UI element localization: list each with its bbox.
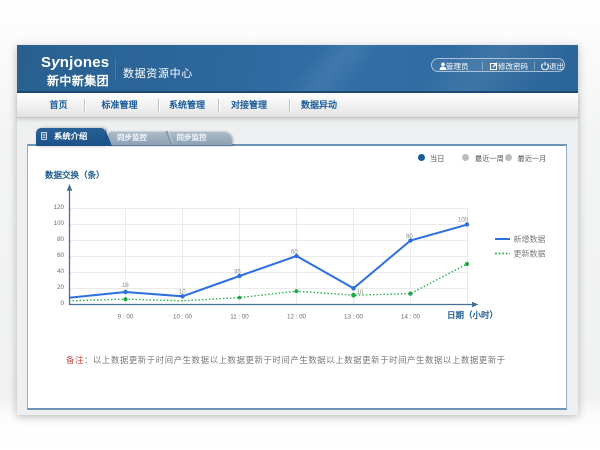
svg-text:新增数据: 新增数据 xyxy=(514,234,546,244)
svg-text:日期（小时）: 日期（小时） xyxy=(447,310,498,320)
svg-text:9 : 00: 9 : 00 xyxy=(118,314,134,321)
svg-text:14 : 00: 14 : 00 xyxy=(401,314,420,321)
svg-text:40: 40 xyxy=(57,268,64,275)
svg-text:100: 100 xyxy=(54,220,65,227)
svg-text:60: 60 xyxy=(291,250,298,256)
svg-text:12 : 00: 12 : 00 xyxy=(287,314,306,321)
svg-text:120: 120 xyxy=(54,204,65,211)
svg-text:80: 80 xyxy=(57,236,64,243)
svg-text:100: 100 xyxy=(458,218,469,224)
svg-text:10: 10 xyxy=(357,290,364,296)
svg-text:11 : 00: 11 : 00 xyxy=(230,314,249,321)
svg-text:35: 35 xyxy=(234,270,241,276)
svg-text:18: 18 xyxy=(122,283,129,289)
svg-text:80: 80 xyxy=(406,234,413,240)
svg-text:10: 10 xyxy=(179,290,186,296)
svg-text:10 : 00: 10 : 00 xyxy=(173,314,192,321)
svg-text:更新数据: 更新数据 xyxy=(514,249,546,259)
svg-text:数据交换（条）: 数据交换（条） xyxy=(45,170,105,180)
svg-text:13 : 00: 13 : 00 xyxy=(344,314,363,321)
svg-text:0: 0 xyxy=(61,300,65,307)
svg-text:20: 20 xyxy=(57,284,64,291)
svg-text:60: 60 xyxy=(57,252,64,259)
